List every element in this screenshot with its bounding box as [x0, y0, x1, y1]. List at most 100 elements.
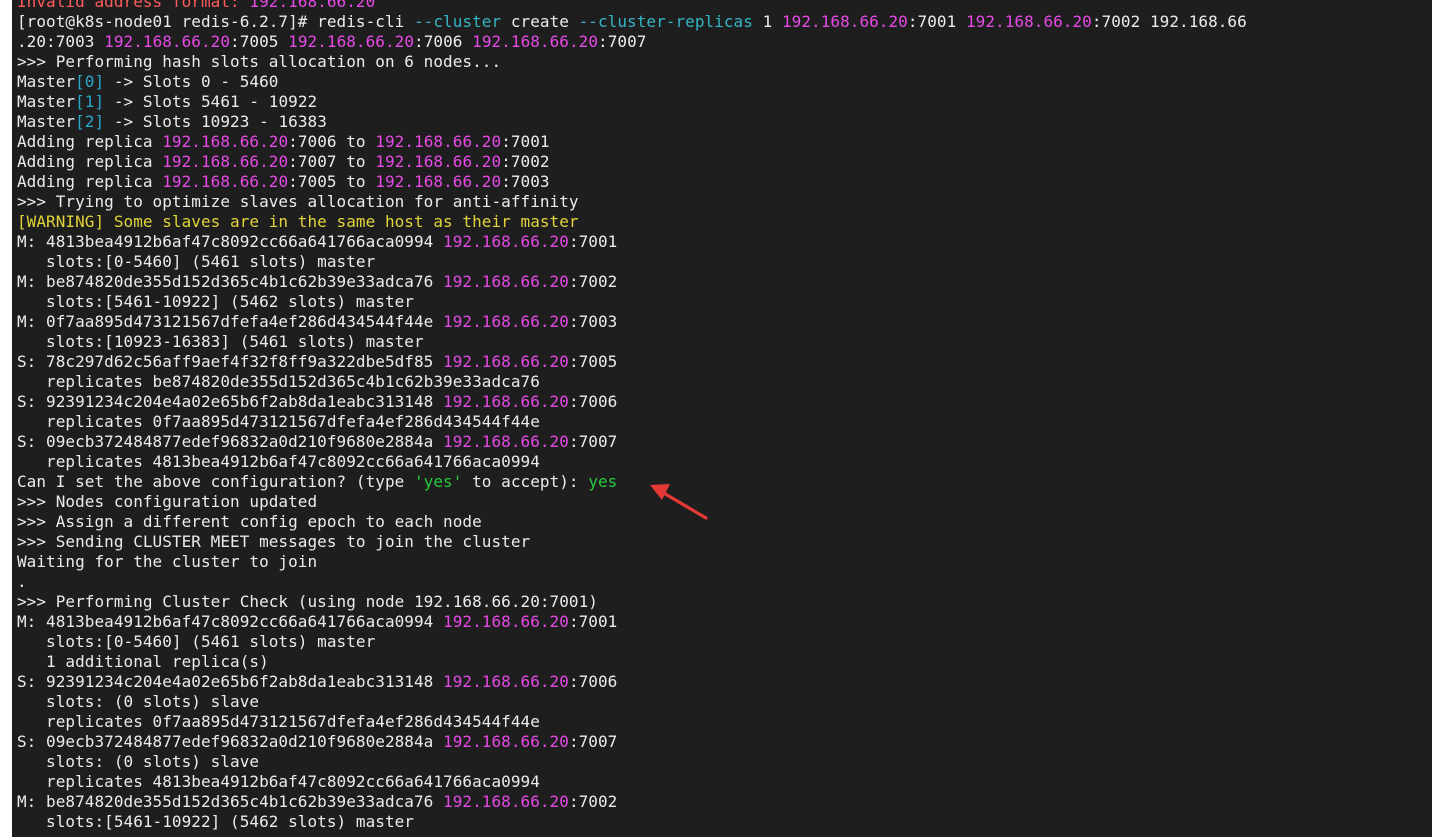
terminal-text: slots:[5461-10922] (5462 slots) master	[17, 292, 414, 311]
terminal-text: >>> Nodes configuration updated	[17, 492, 318, 511]
terminal-text: Master	[17, 72, 76, 91]
terminal-line: S: 78c297d62c56aff9aef4f32f8ff9a322dbe5d…	[17, 352, 1247, 372]
terminal-text: --cluster-replicas	[578, 12, 753, 31]
terminal-text: 192.168.66.20	[443, 272, 569, 291]
terminal-text: :7005	[568, 352, 618, 371]
terminal-line: M: be874820de355d152d365c4b1c62b39e33adc…	[17, 272, 1247, 292]
terminal-text: :7001	[501, 132, 550, 151]
terminal-line: >>> Nodes configuration updated	[17, 492, 1247, 512]
terminal-text: S: 09ecb372484877edef96832a0d210f9680e28…	[17, 432, 444, 451]
terminal-text: [2]	[75, 112, 105, 131]
terminal-line: Master[1] -> Slots 5461 - 10922	[17, 92, 1247, 112]
terminal-line: .	[17, 572, 1247, 592]
terminal-line: replicates 4813bea4912b6af47c8092cc66a64…	[17, 452, 1247, 472]
terminal-text: slots:[10923-16383] (5461 slots) master	[17, 332, 424, 351]
terminal-line: >>> Assign a different config epoch to e…	[17, 512, 1247, 532]
terminal-text: S: 92391234c204e4a02e65b6f2ab8da1eabc313…	[17, 392, 444, 411]
terminal-line: replicates 0f7aa895d473121567dfefa4ef286…	[17, 712, 1247, 732]
terminal-text: :7005	[230, 32, 289, 51]
terminal-line: >>> Performing hash slots allocation on …	[17, 52, 1247, 72]
terminal-text: :7003	[568, 312, 618, 331]
terminal-line: slots:[10923-16383] (5461 slots) master	[17, 332, 1247, 352]
terminal-text: 192.168.66.20	[288, 32, 415, 51]
terminal-text: to accept):	[462, 472, 589, 491]
terminal-text: :7003	[501, 172, 550, 191]
terminal-text: :7001	[568, 612, 618, 631]
terminal-text: M: be874820de355d152d365c4b1c62b39e33adc…	[17, 272, 444, 291]
terminal-text: >>> Performing Cluster Check (using node…	[17, 592, 598, 611]
terminal-text: 192.168.66.20	[443, 352, 569, 371]
terminal-text: >>> Assign a different config epoch to e…	[17, 512, 482, 531]
terminal-line: Master[2] -> Slots 10923 - 16383	[17, 112, 1247, 132]
terminal-text: Master	[17, 112, 76, 131]
terminal-text: M: be874820de355d152d365c4b1c62b39e33adc…	[17, 792, 444, 811]
terminal-text: [WARNING] Some slaves are in the same ho…	[17, 212, 579, 231]
terminal-line: slots:[5461-10922] (5462 slots) master	[17, 812, 1247, 832]
terminal-text: slots:[0-5460] (5461 slots) master	[17, 252, 376, 271]
terminal-text: :7006 to	[288, 132, 376, 151]
terminal-line: >>> Trying to optimize slaves allocation…	[17, 192, 1247, 212]
terminal-text: 192.168.66.20	[443, 312, 569, 331]
terminal-line: slots:[5461-10922] (5462 slots) master	[17, 292, 1247, 312]
terminal-line: Invalid address format: 192.168.66.20	[17, 0, 1247, 12]
terminal-text: :7006	[568, 672, 618, 691]
terminal-line: replicates 4813bea4912b6af47c8092cc66a64…	[17, 772, 1247, 792]
terminal-text: :7007	[568, 432, 618, 451]
terminal-text: M: 0f7aa895d473121567dfefa4ef286d434544f…	[17, 312, 444, 331]
terminal-text: 192.168.66.20	[104, 32, 231, 51]
terminal-text: 192.168.66.20	[443, 612, 569, 631]
terminal-line: Adding replica 192.168.66.20:7007 to 192…	[17, 152, 1247, 172]
terminal-text: 192.168.66.20	[162, 172, 289, 191]
terminal-line: Waiting for the cluster to join	[17, 552, 1247, 572]
terminal-text: --cluster	[414, 12, 502, 31]
terminal-line: replicates 0f7aa895d473121567dfefa4ef286…	[17, 412, 1247, 432]
terminal-text: :7002	[501, 152, 550, 171]
terminal-text: replicates 0f7aa895d473121567dfefa4ef286…	[17, 412, 540, 431]
terminal-text: [0]	[75, 72, 105, 91]
terminal-text: slots:[5461-10922] (5462 slots) master	[17, 812, 414, 831]
terminal-line: Adding replica 192.168.66.20:7005 to 192…	[17, 172, 1247, 192]
terminal-line: M: 4813bea4912b6af47c8092cc66a641766aca0…	[17, 232, 1247, 252]
terminal-line: M: 4813bea4912b6af47c8092cc66a641766aca0…	[17, 612, 1247, 632]
terminal-line: M: be874820de355d152d365c4b1c62b39e33adc…	[17, 792, 1247, 812]
terminal-text: 1 additional replica(s)	[17, 652, 269, 671]
terminal-text: 192.168.66.20	[965, 12, 1092, 31]
terminal-text: 192.168.66.20	[375, 132, 502, 151]
terminal-text: slots: (0 slots) slave	[17, 752, 260, 771]
terminal-line: >>> Performing Cluster Check (using node…	[17, 592, 1247, 612]
terminal-line: slots: (0 slots) slave	[17, 752, 1247, 772]
terminal-text: replicates 4813bea4912b6af47c8092cc66a64…	[17, 772, 540, 791]
terminal-line: 1 additional replica(s)	[17, 652, 1247, 672]
terminal-text: [1]	[75, 92, 105, 111]
terminal-line: slots:[0-5460] (5461 slots) master	[17, 632, 1247, 652]
terminal-text: Adding replica	[17, 172, 163, 191]
terminal-text: >>> Trying to optimize slaves allocation…	[17, 192, 579, 211]
terminal-output: Invalid address format: 192.168.66.20 [ro…	[17, 0, 1247, 832]
terminal-line: slots:[0-5460] (5461 slots) master	[17, 252, 1247, 272]
terminal-text: Can I set the above configuration? (type	[17, 472, 414, 491]
terminal-text: replicates be874820de355d152d365c4b1c62b…	[17, 372, 540, 391]
terminal-text: replicates 0f7aa895d473121567dfefa4ef286…	[17, 712, 540, 731]
terminal-text: -> Slots 0 - 5460	[104, 72, 279, 91]
terminal-text: 192.168.66.20	[781, 12, 908, 31]
terminal-line: slots: (0 slots) slave	[17, 692, 1247, 712]
terminal-text: M: 4813bea4912b6af47c8092cc66a641766aca0…	[17, 232, 444, 251]
terminal-text: :7002	[568, 792, 618, 811]
terminal-text: >>> Performing hash slots allocation on …	[17, 52, 502, 71]
terminal-text: 192.168.66.20	[472, 32, 599, 51]
terminal-text: :7006	[568, 392, 618, 411]
terminal-text: S: 09ecb372484877edef96832a0d210f9680e28…	[17, 732, 444, 751]
terminal-text: :7002	[568, 272, 618, 291]
terminal-text: 192.168.66.20	[375, 172, 502, 191]
terminal-text: yes	[588, 472, 618, 491]
terminal-text: :7007 to	[288, 152, 376, 171]
terminal-text: :7006	[414, 32, 473, 51]
terminal-text: Adding replica	[17, 152, 163, 171]
terminal-text: Adding replica	[17, 132, 163, 151]
terminal-text: 192.168.66.20	[443, 732, 569, 751]
terminal-text: -> Slots 10923 - 16383	[104, 112, 327, 131]
terminal-text: 192.168.66.20	[162, 152, 289, 171]
terminal-text: >>> Sending CLUSTER MEET messages to joi…	[17, 532, 531, 551]
terminal-window[interactable]: Invalid address format: 192.168.66.20 [ro…	[12, 0, 1432, 837]
terminal-text: .	[17, 572, 27, 591]
